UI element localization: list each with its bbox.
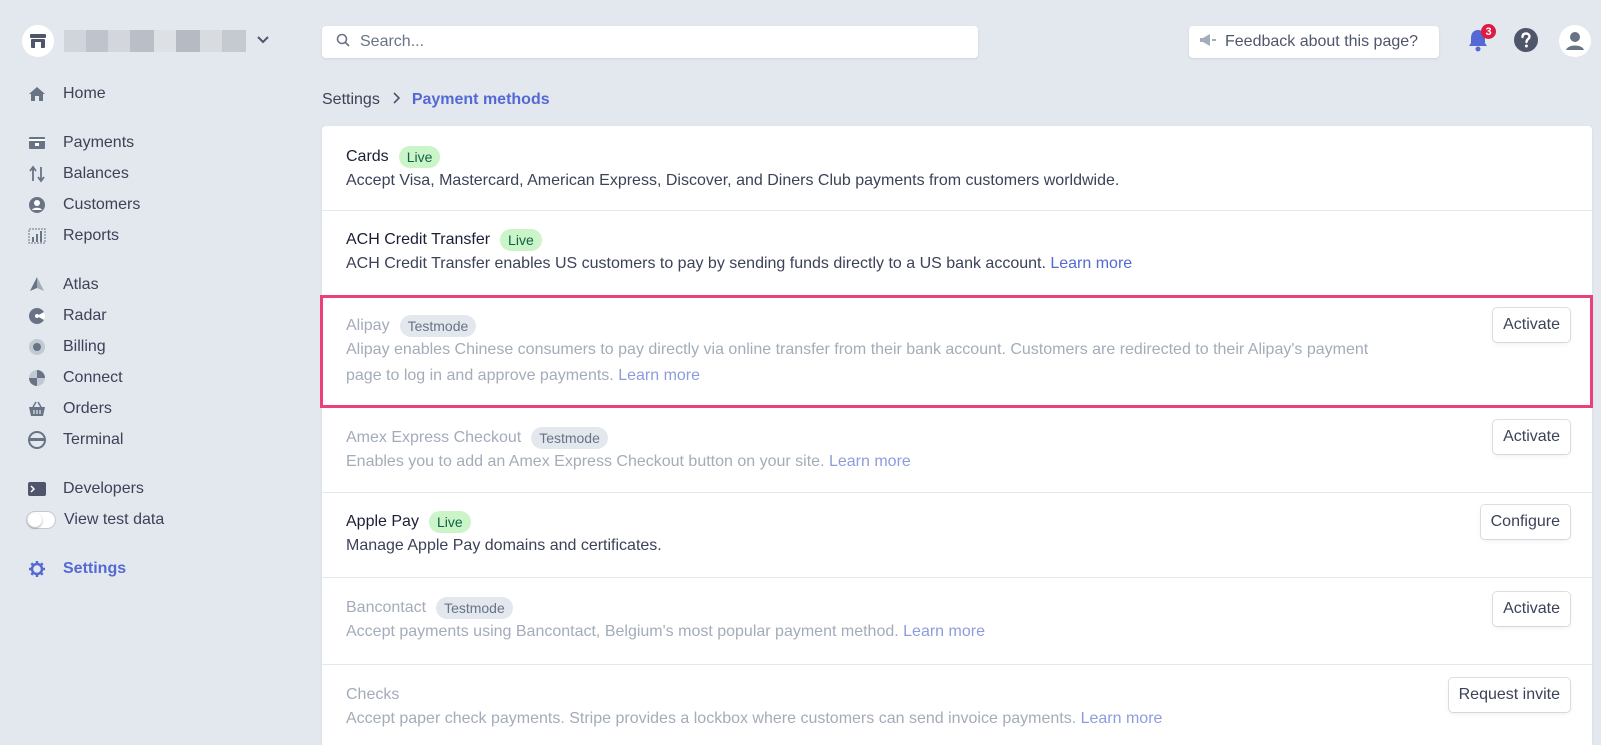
sidebar-item-terminal[interactable]: Terminal bbox=[26, 428, 123, 452]
payment-method-row-checks: Checks Accept paper check payments. Stri… bbox=[322, 665, 1592, 745]
atlas-icon bbox=[26, 274, 48, 296]
reports-icon bbox=[26, 225, 48, 247]
search-bar[interactable] bbox=[322, 26, 978, 58]
chevron-right-icon bbox=[392, 91, 400, 109]
user-avatar-icon[interactable] bbox=[1559, 25, 1591, 57]
sidebar-item-connect[interactable]: Connect bbox=[26, 366, 123, 390]
sidebar-item-reports[interactable]: Reports bbox=[26, 224, 119, 248]
help-icon[interactable] bbox=[1513, 27, 1539, 53]
sidebar-item-billing[interactable]: Billing bbox=[26, 335, 106, 359]
method-name: Cards bbox=[346, 148, 389, 165]
activate-button[interactable]: Activate bbox=[1493, 592, 1570, 626]
orders-icon bbox=[26, 398, 48, 420]
customers-icon bbox=[26, 194, 48, 216]
sidebar-item-orders[interactable]: Orders bbox=[26, 397, 112, 421]
sidebar-item-radar[interactable]: Radar bbox=[26, 304, 107, 328]
store-icon bbox=[22, 25, 54, 57]
method-description: ACH Credit Transfer enables US customers… bbox=[346, 255, 1133, 272]
view-test-data-toggle[interactable]: View test data bbox=[26, 508, 164, 532]
method-description: Accept payments using Bancontact, Belgiu… bbox=[346, 623, 985, 640]
notification-badge: 3 bbox=[1481, 24, 1496, 39]
payment-method-row-bancontact: Bancontact Testmode Accept payments usin… bbox=[322, 578, 1592, 665]
method-name: Amex Express Checkout bbox=[346, 429, 522, 446]
method-description: Alipay enables Chinese consumers to pay … bbox=[346, 341, 1369, 384]
activate-button[interactable]: Activate bbox=[1493, 308, 1570, 342]
sidebar-item-settings[interactable]: Settings bbox=[26, 557, 126, 581]
connect-icon bbox=[26, 367, 48, 389]
request-invite-button[interactable]: Request invite bbox=[1448, 678, 1570, 712]
account-name-redacted bbox=[64, 28, 246, 54]
method-description: Accept paper check payments. Stripe prov… bbox=[346, 710, 1163, 727]
feedback-label: Feedback about this page? bbox=[1225, 33, 1419, 50]
payment-method-row-alipay: Alipay Testmode Alipay enables Chinese c… bbox=[322, 296, 1592, 408]
search-icon bbox=[336, 33, 350, 52]
learn-more-link[interactable]: Learn more bbox=[1081, 710, 1163, 727]
balances-icon bbox=[26, 163, 48, 185]
payments-icon bbox=[26, 132, 48, 154]
sidebar-item-home[interactable]: Home bbox=[26, 82, 106, 106]
learn-more-link[interactable]: Learn more bbox=[829, 453, 911, 470]
status-badge: Testmode bbox=[399, 315, 477, 337]
sidebar-item-payments[interactable]: Payments bbox=[26, 131, 134, 155]
payment-methods-list: Cards Live Accept Visa, Mastercard, Amer… bbox=[322, 126, 1592, 745]
toggle-switch[interactable] bbox=[26, 511, 56, 529]
billing-icon bbox=[26, 336, 48, 358]
method-description: Accept Visa, Mastercard, American Expres… bbox=[346, 172, 1120, 189]
method-name: ACH Credit Transfer bbox=[346, 231, 491, 248]
learn-more-link[interactable]: Learn more bbox=[618, 367, 700, 384]
status-badge: Live bbox=[428, 511, 471, 533]
feedback-button[interactable]: Feedback about this page? bbox=[1189, 26, 1439, 58]
method-description: Enables you to add an Amex Express Check… bbox=[346, 453, 911, 470]
account-switcher[interactable] bbox=[22, 24, 270, 58]
chevron-down-icon[interactable] bbox=[256, 32, 270, 50]
megaphone-icon bbox=[1199, 33, 1217, 52]
payment-method-row-cards: Cards Live Accept Visa, Mastercard, Amer… bbox=[322, 126, 1592, 211]
learn-more-link[interactable]: Learn more bbox=[1050, 255, 1132, 272]
breadcrumb-current: Payment methods bbox=[411, 91, 550, 108]
app-root: Feedback about this page? 3 Home Payment… bbox=[0, 0, 1601, 745]
radar-icon bbox=[26, 305, 48, 327]
developers-icon bbox=[26, 478, 48, 500]
home-icon bbox=[26, 83, 48, 105]
method-name: Apple Pay bbox=[346, 513, 419, 530]
method-name: Checks bbox=[346, 686, 400, 703]
sidebar-item-developers[interactable]: Developers bbox=[26, 477, 144, 501]
sidebar-item-balances[interactable]: Balances bbox=[26, 162, 129, 186]
payment-method-row-apple-pay: Apple Pay Live Manage Apple Pay domains … bbox=[322, 493, 1592, 578]
sidebar-item-customers[interactable]: Customers bbox=[26, 193, 140, 217]
activate-button[interactable]: Activate bbox=[1493, 420, 1570, 454]
sidebar-item-atlas[interactable]: Atlas bbox=[26, 273, 99, 297]
status-badge: Testmode bbox=[531, 427, 608, 449]
learn-more-link[interactable]: Learn more bbox=[903, 623, 985, 640]
method-name: Alipay bbox=[346, 317, 390, 334]
terminal-icon bbox=[26, 429, 48, 451]
payment-method-row-ach: ACH Credit Transfer Live ACH Credit Tran… bbox=[322, 211, 1592, 296]
method-description: Manage Apple Pay domains and certificate… bbox=[346, 537, 662, 554]
gear-icon bbox=[26, 558, 48, 580]
status-badge: Testmode bbox=[436, 597, 513, 619]
payment-method-row-amex-express: Amex Express Checkout Testmode Enables y… bbox=[322, 408, 1592, 493]
status-badge: Live bbox=[398, 146, 441, 168]
breadcrumb-settings-link[interactable]: Settings bbox=[322, 91, 380, 109]
status-badge: Live bbox=[500, 229, 542, 251]
method-name: Bancontact bbox=[346, 599, 427, 616]
breadcrumb: Settings Payment methods bbox=[322, 89, 550, 111]
search-input[interactable] bbox=[360, 33, 940, 51]
configure-button[interactable]: Configure bbox=[1480, 505, 1570, 539]
